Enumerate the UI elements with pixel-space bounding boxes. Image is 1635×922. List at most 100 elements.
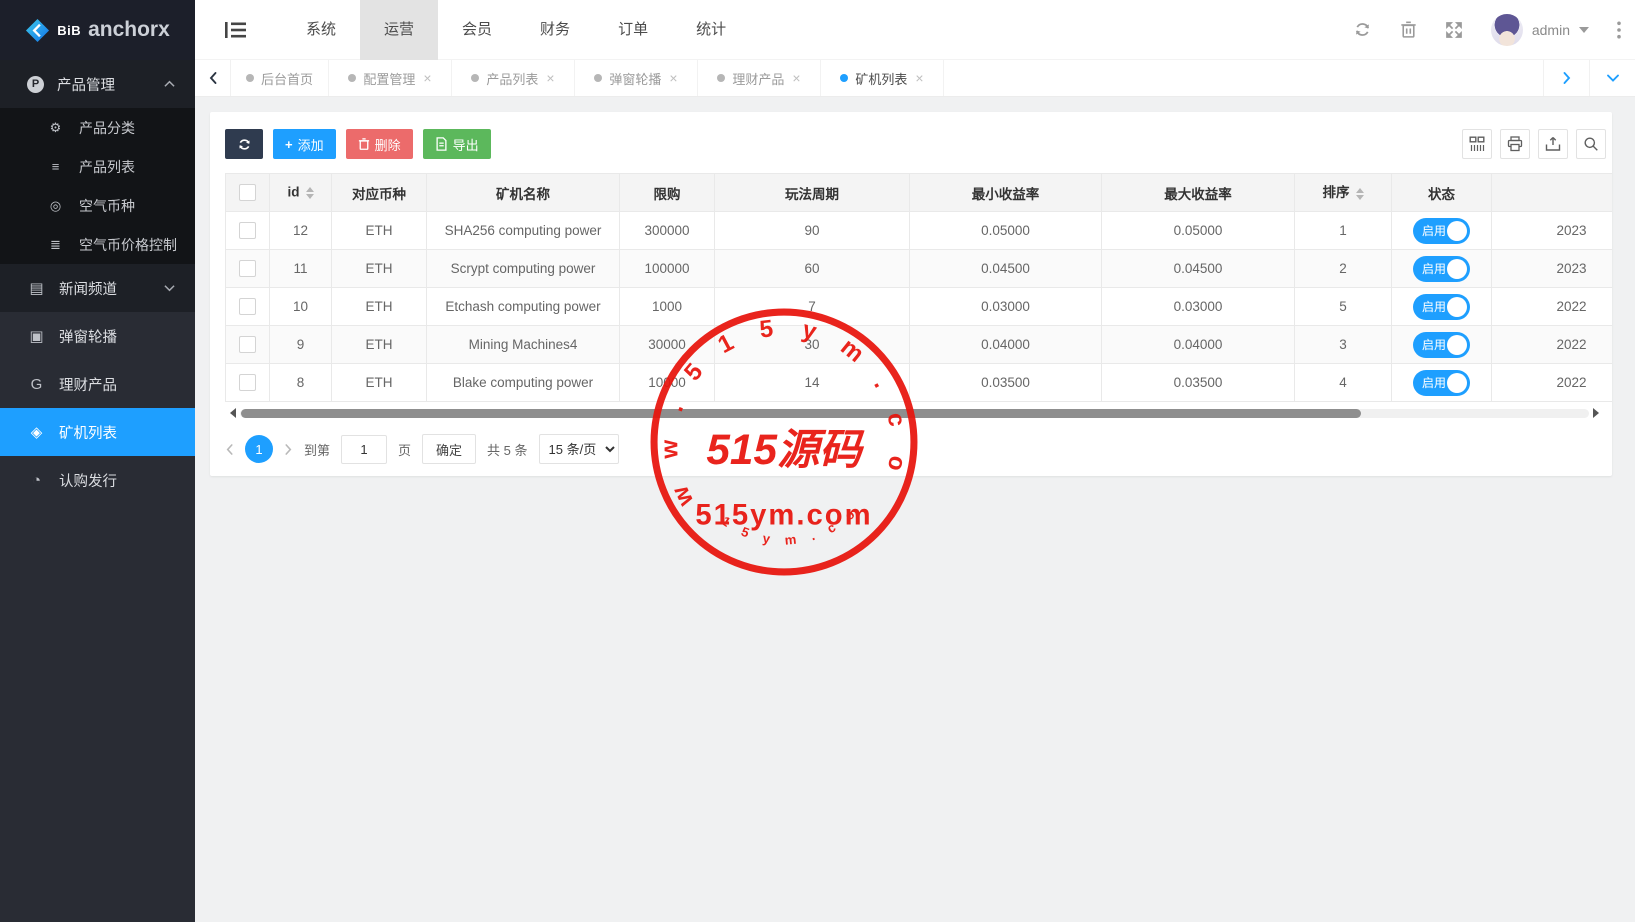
row-checkbox[interactable]	[239, 336, 256, 353]
cell-status: 启用	[1392, 326, 1492, 364]
sort-icon[interactable]	[1356, 184, 1364, 204]
main-content: + 添加 删除 导出	[195, 98, 1635, 922]
export-button[interactable]: 导出	[423, 129, 491, 159]
goto-page-input[interactable]	[341, 435, 387, 464]
sidebar-item[interactable]: ▣弹窗轮播	[0, 312, 195, 360]
top-nav-item[interactable]: 会员	[438, 0, 516, 60]
tabs-scroll-left-icon[interactable]	[195, 60, 231, 96]
tab-close-icon[interactable]: ×	[546, 70, 554, 86]
sidebar: BiB anchorx P产品管理 ⚙ 产品分类 ≡ 产品列表 ◎ 空气币种 ≣…	[0, 0, 195, 922]
cell-max-rate: 0.04500	[1102, 250, 1295, 288]
sidebar-item[interactable]: G理财产品	[0, 360, 195, 408]
scroll-right-arrow-icon[interactable]	[1593, 408, 1604, 418]
brand-logo[interactable]: BiB anchorx	[0, 0, 195, 60]
cell-year: 2023	[1492, 212, 1613, 250]
tab-item[interactable]: 配置管理 ×	[329, 60, 452, 96]
tab-close-icon[interactable]: ×	[792, 70, 800, 86]
scrollbar-track[interactable]	[240, 409, 1589, 418]
sidebar-item[interactable]: P产品管理	[0, 60, 195, 108]
refresh-table-button[interactable]	[225, 129, 263, 159]
columns-filter-icon[interactable]	[1462, 129, 1492, 159]
per-page-select[interactable]: 15 条/页	[539, 434, 619, 464]
row-checkbox[interactable]	[239, 222, 256, 239]
export-data-icon[interactable]	[1538, 129, 1568, 159]
table-header-cell: 玩法周期	[715, 174, 910, 212]
tab-item[interactable]: 矿机列表 ×	[821, 60, 944, 96]
sidebar-item[interactable]: ▤新闻频道	[0, 264, 195, 312]
scroll-left-arrow-icon[interactable]	[225, 408, 236, 418]
fullscreen-icon[interactable]	[1445, 21, 1463, 39]
table-header-cell: 限购	[620, 174, 715, 212]
tab-item[interactable]: 弹窗轮播 ×	[575, 60, 698, 96]
table-header-cell	[1492, 174, 1613, 212]
cell-coin: ETH	[332, 212, 427, 250]
tab-item[interactable]: 理财产品 ×	[698, 60, 821, 96]
cell-max-rate: 0.05000	[1102, 212, 1295, 250]
delete-button[interactable]: 删除	[346, 129, 413, 159]
table-header-cell: 对应币种	[332, 174, 427, 212]
tab-close-icon[interactable]: ×	[915, 70, 923, 86]
more-menu-icon[interactable]	[1617, 21, 1621, 39]
miner-icon: ◈	[27, 423, 46, 441]
row-checkbox[interactable]	[239, 298, 256, 315]
cell-select	[226, 212, 270, 250]
user-menu[interactable]: admin	[1491, 14, 1589, 46]
sidebar-subitem[interactable]: ≣ 空气币价格控制	[0, 225, 195, 264]
cell-cycle: 90	[715, 212, 910, 250]
next-page-icon[interactable]	[284, 443, 293, 456]
tab-close-icon[interactable]: ×	[423, 70, 431, 86]
tab-close-icon[interactable]: ×	[669, 70, 677, 86]
table-header-cell[interactable]: 排序	[1295, 174, 1392, 212]
tab-item[interactable]: 产品列表 ×	[452, 60, 575, 96]
scrollbar-thumb[interactable]	[241, 409, 1361, 418]
table-header-cell[interactable]: id	[270, 174, 332, 212]
avatar[interactable]	[1491, 14, 1523, 46]
sidebar-subitem[interactable]: ⚙ 产品分类	[0, 108, 195, 147]
status-toggle[interactable]: 启用	[1413, 332, 1470, 358]
top-nav-item[interactable]: 订单	[594, 0, 672, 60]
table-body: 12 ETH SHA256 computing power 300000 90 …	[226, 212, 1613, 402]
top-nav-item[interactable]: 运营	[360, 0, 438, 60]
sidebar-subitem[interactable]: ◎ 空气币种	[0, 186, 195, 225]
tabs-menu-icon[interactable]	[1589, 60, 1635, 96]
prev-page-icon[interactable]	[225, 443, 234, 456]
menu-collapse-icon[interactable]	[225, 21, 246, 39]
top-nav-item[interactable]: 系统	[282, 0, 360, 60]
table-row: 9 ETH Mining Machines4 30000 30 0.04000 …	[226, 326, 1613, 364]
sidebar-menu: P产品管理 ⚙ 产品分类 ≡ 产品列表 ◎ 空气币种 ≣ 空气币价格控制 ▤新闻…	[0, 60, 195, 504]
list-icon: ≡	[46, 159, 65, 174]
cell-status: 启用	[1392, 250, 1492, 288]
row-checkbox[interactable]	[239, 260, 256, 277]
sidebar-item[interactable]: ◔认购发行	[0, 456, 195, 504]
cell-coin: ETH	[332, 326, 427, 364]
current-page-button[interactable]: 1	[245, 435, 273, 463]
goto-label: 到第	[304, 440, 330, 459]
top-header: 系统运营会员财务订单统计 admin	[195, 0, 1635, 60]
status-toggle[interactable]: 启用	[1413, 370, 1470, 396]
sidebar-item[interactable]: ◈矿机列表	[0, 408, 195, 456]
print-icon[interactable]	[1500, 129, 1530, 159]
refresh-icon[interactable]	[1353, 20, 1372, 39]
tab-item[interactable]: 后台首页	[231, 60, 329, 96]
top-nav-item[interactable]: 财务	[516, 0, 594, 60]
row-checkbox[interactable]	[239, 374, 256, 391]
trash-icon[interactable]	[1400, 20, 1417, 39]
confirm-page-button[interactable]: 确定	[422, 434, 476, 464]
cell-cycle: 7	[715, 288, 910, 326]
search-icon[interactable]	[1576, 129, 1606, 159]
cell-limit: 30000	[620, 326, 715, 364]
select-all-checkbox[interactable]	[239, 184, 256, 201]
table-row: 10 ETH Etchash computing power 1000 7 0.…	[226, 288, 1613, 326]
sidebar-subitem[interactable]: ≡ 产品列表	[0, 147, 195, 186]
sort-icon[interactable]	[306, 183, 314, 203]
status-toggle[interactable]: 启用	[1413, 256, 1470, 282]
cell-status: 启用	[1392, 288, 1492, 326]
brand-logo-name: anchorx	[88, 18, 170, 42]
top-nav-item[interactable]: 统计	[672, 0, 750, 60]
status-toggle[interactable]: 启用	[1413, 218, 1470, 244]
status-toggle[interactable]: 启用	[1413, 294, 1470, 320]
total-count: 共 5 条	[487, 440, 527, 459]
top-nav: 系统运营会员财务订单统计	[282, 0, 750, 60]
add-button[interactable]: + 添加	[273, 129, 336, 159]
tabs-scroll-right-icon[interactable]	[1543, 60, 1589, 96]
